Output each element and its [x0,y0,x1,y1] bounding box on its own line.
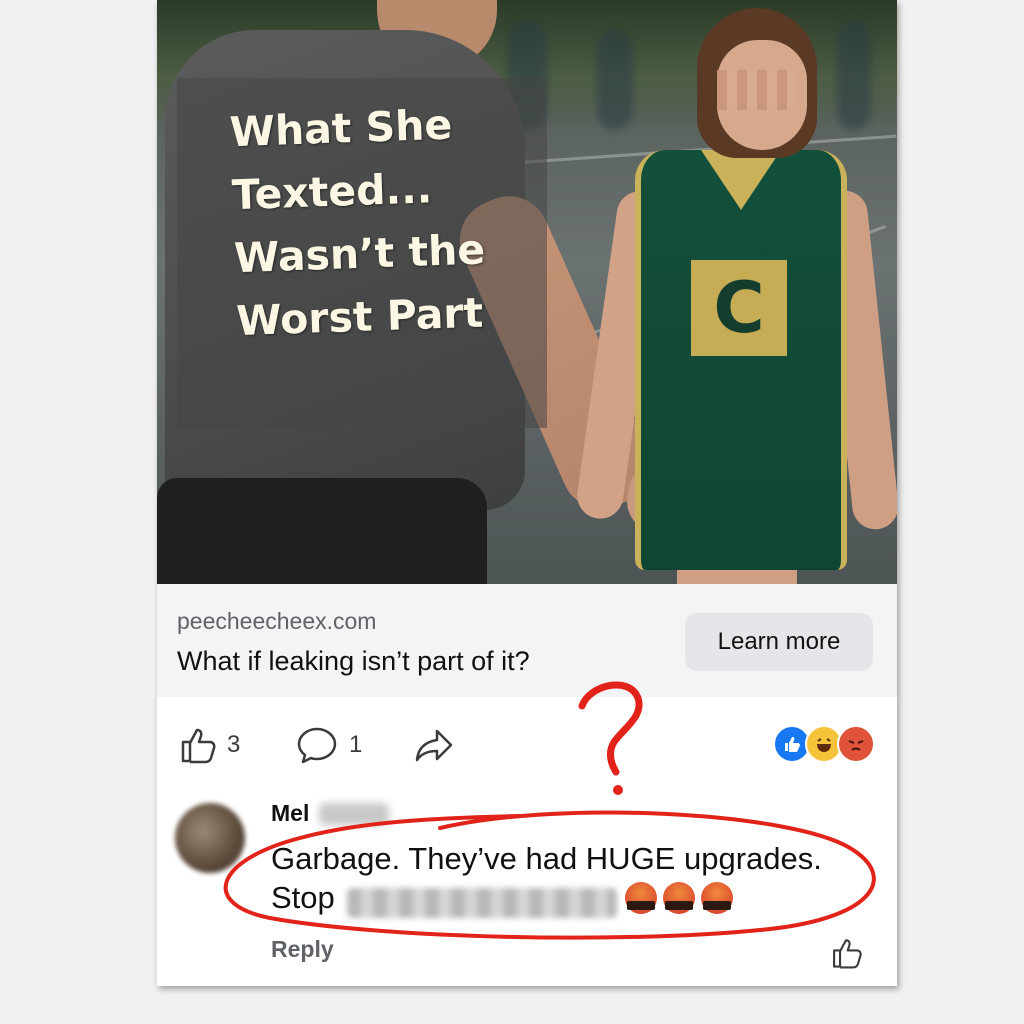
angry-reaction-icon [837,725,875,763]
comment-text-line: Stop [271,880,335,915]
link-domain: peecheecheex.com [177,608,377,634]
background-player [837,20,871,130]
image-headline-line: Worst Part [235,288,484,346]
like-count: 3 [227,731,241,758]
commenter-name[interactable]: Mel [271,800,309,827]
learn-more-button[interactable]: Learn more [685,613,873,671]
link-headline[interactable]: What if leaking isn’t part of it? [177,646,530,677]
comment-text-line: Garbage. They’ve had HUGE upgrades. [271,841,822,876]
ad-post-card: C What She Texted... Wasn’t the Worst Pa… [157,0,897,986]
commenter-avatar[interactable] [175,803,245,873]
cursing-face-icon [625,882,657,914]
comment-icon [297,727,337,764]
blurred-surname [319,803,389,825]
share-icon [415,729,453,762]
thumbs-up-icon [181,728,216,764]
post-actions: 3 1 [157,697,897,792]
pixelated-face-censor [717,70,797,110]
link-preview-bar[interactable]: peecheecheex.com What if leaking isn’t p… [157,584,897,697]
cursing-face-icon [701,882,733,914]
comment-emojis [625,882,733,914]
reply-button[interactable]: Reply [271,936,334,963]
adult-pants [157,478,487,584]
cursing-face-icon [663,882,695,914]
reaction-summary[interactable] [773,725,875,763]
position-bib: C [691,260,787,356]
image-headline-line: What She [228,100,453,157]
dress-collar [701,150,781,210]
blurred-comment-text [347,888,617,918]
ad-image[interactable]: C What She Texted... Wasn’t the Worst Pa… [157,0,897,584]
image-headline-line: Wasn’t the [233,225,486,283]
comment-like-button[interactable] [829,936,863,975]
thumbs-up-icon [833,939,862,969]
image-headline-line: Texted... [231,164,433,220]
background-player [597,30,633,130]
netball-dress: C [635,150,847,570]
comment-action[interactable]: 1 [295,725,362,765]
image-headline: What She Texted... Wasn’t the Worst Part [229,91,538,353]
like-action[interactable]: 3 [177,725,240,765]
comment-count: 1 [349,731,363,758]
share-action[interactable] [413,725,455,765]
